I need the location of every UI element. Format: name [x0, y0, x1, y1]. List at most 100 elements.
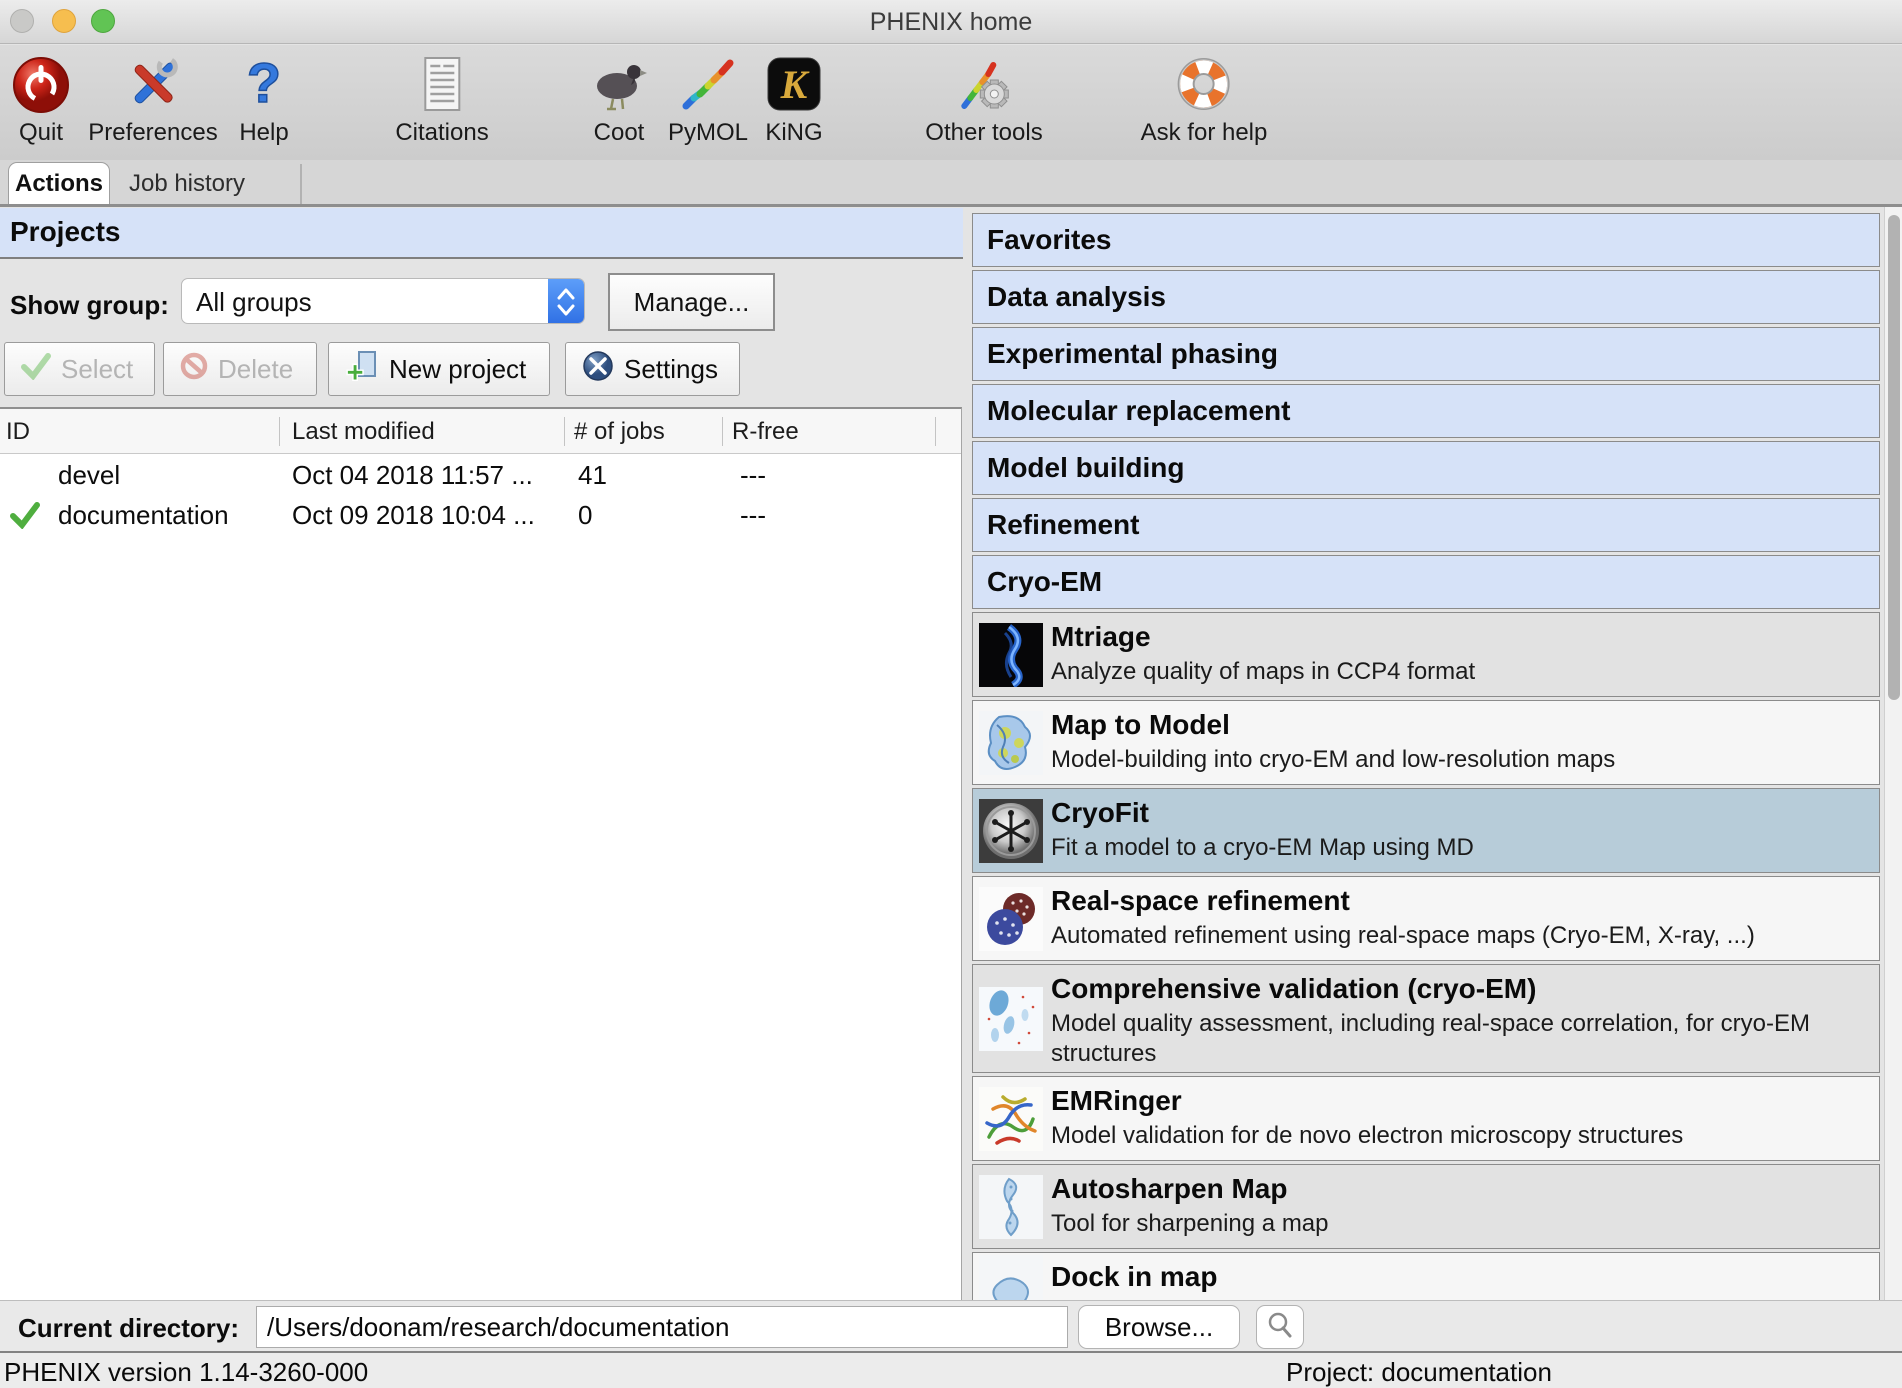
delete-button[interactable]: Delete — [163, 342, 317, 396]
project-num-jobs: 0 — [578, 495, 592, 535]
active-project-check-icon — [10, 501, 40, 534]
search-button[interactable] — [1256, 1305, 1304, 1349]
browse-button[interactable]: Browse... — [1078, 1305, 1240, 1349]
coot-bird-icon — [586, 51, 652, 117]
table-row-documentation[interactable]: documentation Oct 09 2018 10:04 ... 0 --… — [0, 495, 961, 535]
comprehensive-validation-thumbnail — [979, 987, 1043, 1051]
map-to-model-thumbnail — [979, 711, 1043, 775]
project-id: documentation — [58, 495, 229, 535]
settings-badge-icon — [582, 350, 614, 389]
tool-emringer[interactable]: EMRinger Model validation for de novo el… — [972, 1076, 1880, 1161]
version-text: PHENIX version 1.14-3260-000 — [4, 1357, 368, 1388]
tab-separator — [300, 164, 302, 204]
scrollbar-thumb[interactable] — [1888, 215, 1900, 700]
mtriage-thumbnail — [979, 623, 1043, 687]
document-icon — [409, 51, 475, 117]
tab-job-history[interactable]: Job history — [112, 162, 262, 204]
column-num-jobs[interactable]: # of jobs — [574, 409, 665, 454]
status-bar: PHENIX version 1.14-3260-000 Project: do… — [0, 1351, 1902, 1388]
project-num-jobs: 41 — [578, 455, 607, 495]
project-last-modified: Oct 04 2018 11:57 ... — [292, 455, 533, 495]
group-select[interactable]: All groups — [181, 278, 585, 324]
tool-description: Tool for sharpening a map — [1051, 1209, 1863, 1239]
ribbon-icon — [675, 51, 741, 117]
tool-description: Automated refinement using real-space ma… — [1051, 921, 1863, 951]
tool-dock-in-map[interactable]: Dock in map — [972, 1252, 1880, 1300]
projects-title: Projects — [10, 216, 121, 248]
tool-description: Analyze quality of maps in CCP4 format — [1051, 657, 1863, 687]
column-divider[interactable] — [722, 417, 723, 446]
directory-bar: Current directory: Browse... — [0, 1300, 1902, 1351]
help-button[interactable]: ? Help — [231, 51, 297, 147]
category-model-building[interactable]: Model building — [972, 441, 1880, 495]
tool-autosharpen-map[interactable]: Autosharpen Map Tool for sharpening a ma… — [972, 1164, 1880, 1249]
window-titlebar: PHENIX home — [0, 0, 1902, 44]
tool-mtriage[interactable]: Mtriage Analyze quality of maps in CCP4 … — [972, 612, 1880, 697]
project-r-free: --- — [740, 495, 766, 535]
emringer-thumbnail — [979, 1087, 1043, 1151]
cryofit-thumbnail — [979, 799, 1043, 863]
tab-actions[interactable]: Actions — [8, 162, 110, 204]
question-mark-icon: ? — [231, 51, 297, 117]
category-cryo-em[interactable]: Cryo-EM — [972, 555, 1880, 609]
tool-title: Map to Model — [1051, 709, 1230, 741]
check-icon — [21, 352, 51, 387]
project-last-modified: Oct 09 2018 10:04 ... — [292, 495, 535, 535]
projects-table-header[interactable]: ID Last modified # of jobs R-free — [0, 409, 961, 454]
coot-button[interactable]: Coot — [586, 51, 652, 147]
column-divider[interactable] — [564, 417, 565, 446]
manage-button[interactable]: Manage... — [608, 273, 775, 331]
ribbon-gear-icon — [951, 51, 1017, 117]
chevron-updown-icon — [548, 279, 584, 324]
window-title: PHENIX home — [0, 0, 1902, 44]
category-experimental-phasing[interactable]: Experimental phasing — [972, 327, 1880, 381]
column-divider[interactable] — [935, 417, 936, 446]
column-last-modified[interactable]: Last modified — [292, 409, 435, 454]
svg-text:?: ? — [247, 54, 281, 114]
scrollbar[interactable] — [1884, 207, 1902, 1300]
dock-in-map-thumbnail — [979, 1255, 1043, 1300]
category-refinement[interactable]: Refinement — [972, 498, 1880, 552]
tool-title: Autosharpen Map — [1051, 1173, 1287, 1205]
tool-description: Model validation for de novo electron mi… — [1051, 1121, 1863, 1151]
king-button[interactable]: K KiNG — [761, 51, 827, 147]
table-row-devel[interactable]: devel Oct 04 2018 11:57 ... 41 --- — [0, 455, 961, 495]
projects-table: ID Last modified # of jobs R-free devel … — [0, 407, 962, 1300]
tool-title: Dock in map — [1051, 1261, 1217, 1293]
king-icon: K — [761, 51, 827, 117]
group-select-value: All groups — [196, 279, 312, 324]
main-toolbar: Quit Preferences ? Help — [0, 45, 1902, 160]
tools-icon — [120, 51, 186, 117]
tool-title: Mtriage — [1051, 621, 1151, 653]
ask-for-help-button[interactable]: Ask for help — [1141, 51, 1268, 147]
no-entry-icon — [180, 352, 208, 387]
column-r-free[interactable]: R-free — [732, 409, 799, 454]
tab-bar: Actions Job history — [0, 160, 1902, 207]
current-project-text: Project: documentation — [1286, 1357, 1552, 1388]
column-id[interactable]: ID — [6, 409, 30, 454]
new-project-button[interactable]: New project — [328, 342, 550, 396]
preferences-button[interactable]: Preferences — [88, 51, 217, 147]
tool-browser: Favorites Data analysis Experimental pha… — [972, 213, 1880, 1300]
tool-cryofit[interactable]: CryoFit Fit a model to a cryo-EM Map usi… — [972, 788, 1880, 873]
tool-real-space-refinement[interactable]: Real-space refinement Automated refineme… — [972, 876, 1880, 961]
other-tools-button[interactable]: Other tools — [925, 51, 1042, 147]
citations-button[interactable]: Citations — [395, 51, 488, 147]
tool-map-to-model[interactable]: Map to Model Model-building into cryo-EM… — [972, 700, 1880, 785]
search-icon — [1266, 1311, 1294, 1344]
autosharpen-map-thumbnail — [979, 1175, 1043, 1239]
column-divider[interactable] — [279, 417, 280, 446]
select-button[interactable]: Select — [4, 342, 155, 396]
quit-button[interactable]: Quit — [8, 51, 74, 147]
category-data-analysis[interactable]: Data analysis — [972, 270, 1880, 324]
current-directory-input[interactable] — [256, 1306, 1068, 1348]
tool-comprehensive-validation[interactable]: Comprehensive validation (cryo-EM) Model… — [972, 964, 1880, 1073]
settings-button[interactable]: Settings — [565, 342, 740, 396]
add-page-icon — [345, 350, 379, 389]
category-molecular-replacement[interactable]: Molecular replacement — [972, 384, 1880, 438]
project-id: devel — [58, 455, 120, 495]
current-directory-label: Current directory: — [18, 1313, 239, 1344]
category-favorites[interactable]: Favorites — [972, 213, 1880, 267]
pymol-button[interactable]: PyMOL — [668, 51, 748, 147]
svg-text:K: K — [780, 62, 810, 107]
